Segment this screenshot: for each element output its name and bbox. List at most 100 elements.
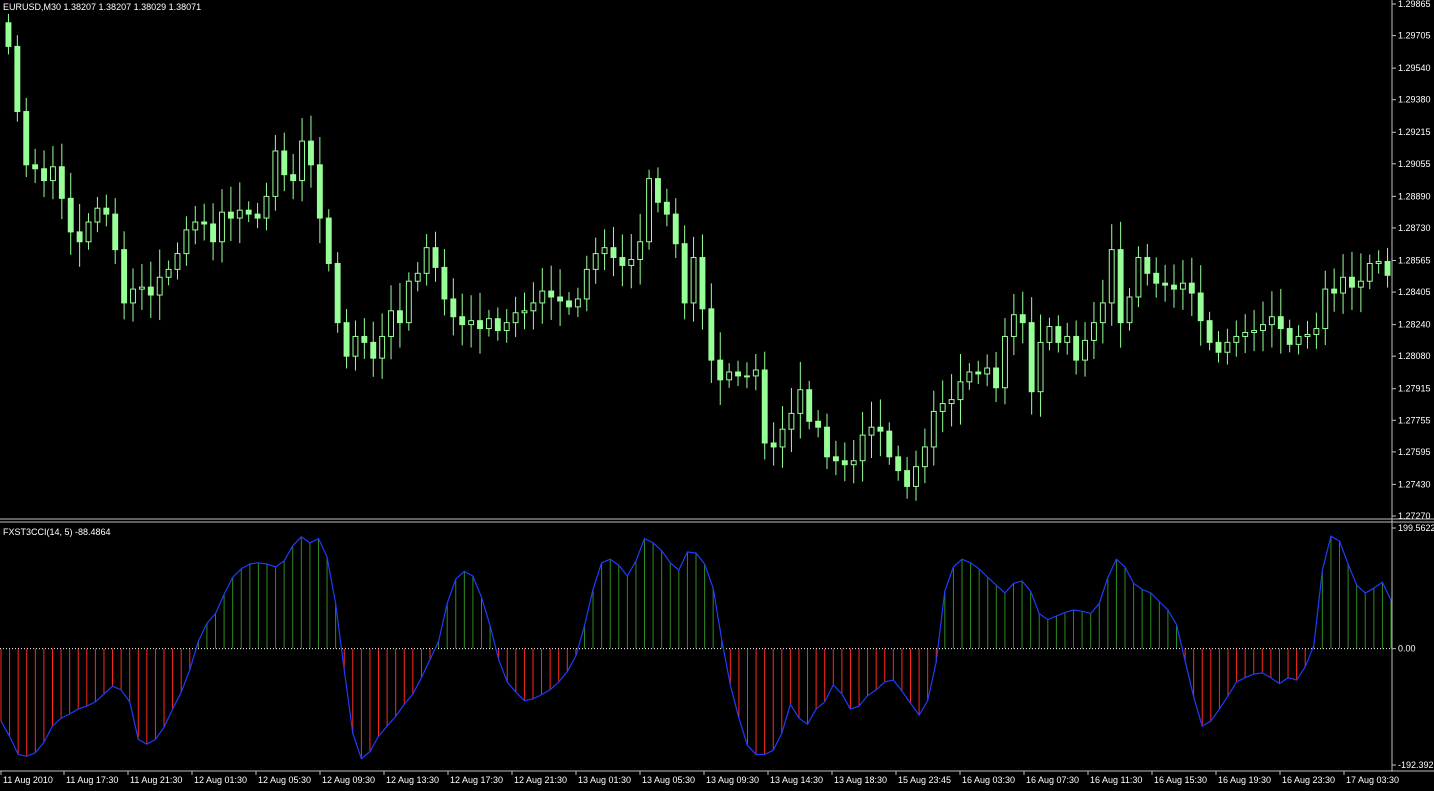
- candle-body-bear: [334, 262, 341, 324]
- candle[interactable]: [325, 209, 332, 272]
- price-tick-label: 1.29865: [1398, 0, 1431, 9]
- candle-body-bull: [1135, 257, 1142, 298]
- price-tick-label: 1.28405: [1398, 287, 1431, 297]
- candle-body-bull: [468, 320, 475, 326]
- candle-body-bear: [441, 266, 448, 300]
- price-tick-label: 1.29540: [1398, 63, 1431, 73]
- candle-body-bull: [1099, 302, 1106, 324]
- chart-window[interactable]: EURUSD,M30 1.38207 1.38207 1.38029 1.380…: [0, 0, 1434, 791]
- candle-body-bear: [1073, 335, 1080, 361]
- candle-body-bear: [361, 335, 368, 343]
- candle-body-bear: [735, 371, 741, 377]
- candle-body-bull: [592, 253, 599, 270]
- price-tick-label: 1.27595: [1398, 447, 1431, 457]
- candle-body-bear: [477, 320, 483, 330]
- price-tick-label: 1.28080: [1398, 351, 1431, 361]
- candle-body-bull: [850, 460, 857, 466]
- candle-body-bull: [165, 268, 172, 278]
- candle-body-bear: [824, 426, 830, 458]
- price-tick-label: 1.29705: [1398, 31, 1431, 41]
- candle-body-bull: [379, 335, 386, 359]
- candle-body-bull: [485, 318, 492, 330]
- price-tick-label: 1.27430: [1398, 479, 1431, 489]
- candle-body-bear: [459, 316, 466, 326]
- time-tick-label: 13 Aug 14:30: [770, 775, 823, 785]
- price-tick-label: 1.28890: [1398, 191, 1431, 201]
- candle-body-bull: [512, 312, 519, 324]
- candle[interactable]: [405, 272, 412, 331]
- candle-body-bull: [174, 253, 181, 270]
- candle-body-bull: [1366, 262, 1373, 282]
- candle-body-bear: [1286, 328, 1293, 345]
- candle-body-bull: [1064, 335, 1071, 343]
- candle-body-bear: [210, 223, 217, 243]
- candle-body-bull: [859, 434, 866, 462]
- candle-body-bear: [432, 247, 439, 268]
- candle[interactable]: [14, 35, 21, 122]
- cci-tick-label: 199.5622: [1398, 523, 1434, 533]
- candle-body-bull: [49, 166, 56, 182]
- candle-body-bear: [672, 213, 679, 245]
- candle-body-bear: [290, 174, 297, 182]
- candle-body-bear: [708, 308, 715, 361]
- candle-body-bull: [743, 375, 750, 378]
- candle-body-bear: [1153, 272, 1160, 284]
- candle-body-bull: [957, 381, 964, 401]
- cci-tick-label: 0.00: [1398, 644, 1416, 654]
- candle-body-bear: [699, 257, 706, 310]
- candle-body-bull: [646, 178, 653, 243]
- time-tick-label: 13 Aug 01:30: [578, 775, 631, 785]
- candle-body-bull: [192, 221, 199, 231]
- time-tick-label: 12 Aug 21:30: [514, 775, 567, 785]
- candle-body-bear: [655, 178, 661, 203]
- time-tick-label: 11 Aug 2010: [3, 775, 53, 785]
- price-tick-label: 1.28565: [1398, 255, 1431, 265]
- candle-body-bear: [548, 290, 555, 298]
- candle-body-bull: [1046, 326, 1053, 343]
- candle-body-bull: [352, 335, 359, 357]
- candle-body-bear: [1055, 326, 1062, 343]
- candle-body-bear: [1384, 260, 1391, 276]
- candle-body-bull: [1313, 328, 1320, 335]
- candle-body-bear: [147, 286, 154, 296]
- time-tick-label: 11 Aug 17:30: [66, 775, 118, 785]
- candle-body-bear: [841, 460, 848, 466]
- candle-body-bull: [1126, 296, 1133, 324]
- candle-body-bear: [681, 243, 688, 304]
- candle-body-bull: [263, 195, 270, 219]
- indicator-header: FXST3CCI(14, 5) -88.4864: [3, 527, 111, 537]
- candle-body-bear: [281, 150, 288, 176]
- candle-body-bull: [272, 150, 279, 197]
- candle[interactable]: [646, 169, 653, 250]
- candle-body-bear: [76, 231, 83, 243]
- candle-body-bull: [966, 371, 973, 383]
- candle-body-bear: [1331, 288, 1338, 294]
- candle-body-bull: [779, 428, 786, 448]
- candle[interactable]: [334, 252, 341, 333]
- candle-body-bull: [1082, 339, 1088, 361]
- time-tick-label: 12 Aug 17:30: [450, 775, 503, 785]
- price-tick-label: 1.29055: [1398, 159, 1431, 169]
- candle-body-bear: [1028, 322, 1035, 393]
- candle-body-bear: [806, 389, 813, 422]
- candle-body-bear: [316, 164, 323, 219]
- candle-body-bear: [494, 318, 501, 332]
- candle-body-bear: [58, 166, 65, 199]
- candle-body-bull: [1090, 322, 1097, 341]
- time-tick-label: 16 Aug 23:30: [1282, 775, 1335, 785]
- candle-body-bear: [975, 371, 982, 375]
- candle-body-bear: [450, 298, 457, 318]
- candle-body-bull: [574, 298, 581, 308]
- candle-body-bull: [405, 280, 412, 324]
- candle-body-bear: [32, 164, 39, 170]
- candle-body-bull: [1304, 333, 1311, 337]
- time-tick-label: 16 Aug 11:30: [1090, 775, 1142, 785]
- candle-body-bear: [1144, 257, 1151, 274]
- candle-body-bear: [761, 369, 768, 444]
- candle-body-bull: [583, 268, 590, 300]
- chart-canvas[interactable]: EURUSD,M30 1.38207 1.38207 1.38029 1.380…: [0, 0, 1434, 791]
- candle-body-bear: [227, 211, 234, 219]
- candle-body-bull: [1224, 341, 1231, 353]
- candle-body-bear: [1197, 292, 1204, 322]
- candle-body-bull: [1375, 260, 1382, 264]
